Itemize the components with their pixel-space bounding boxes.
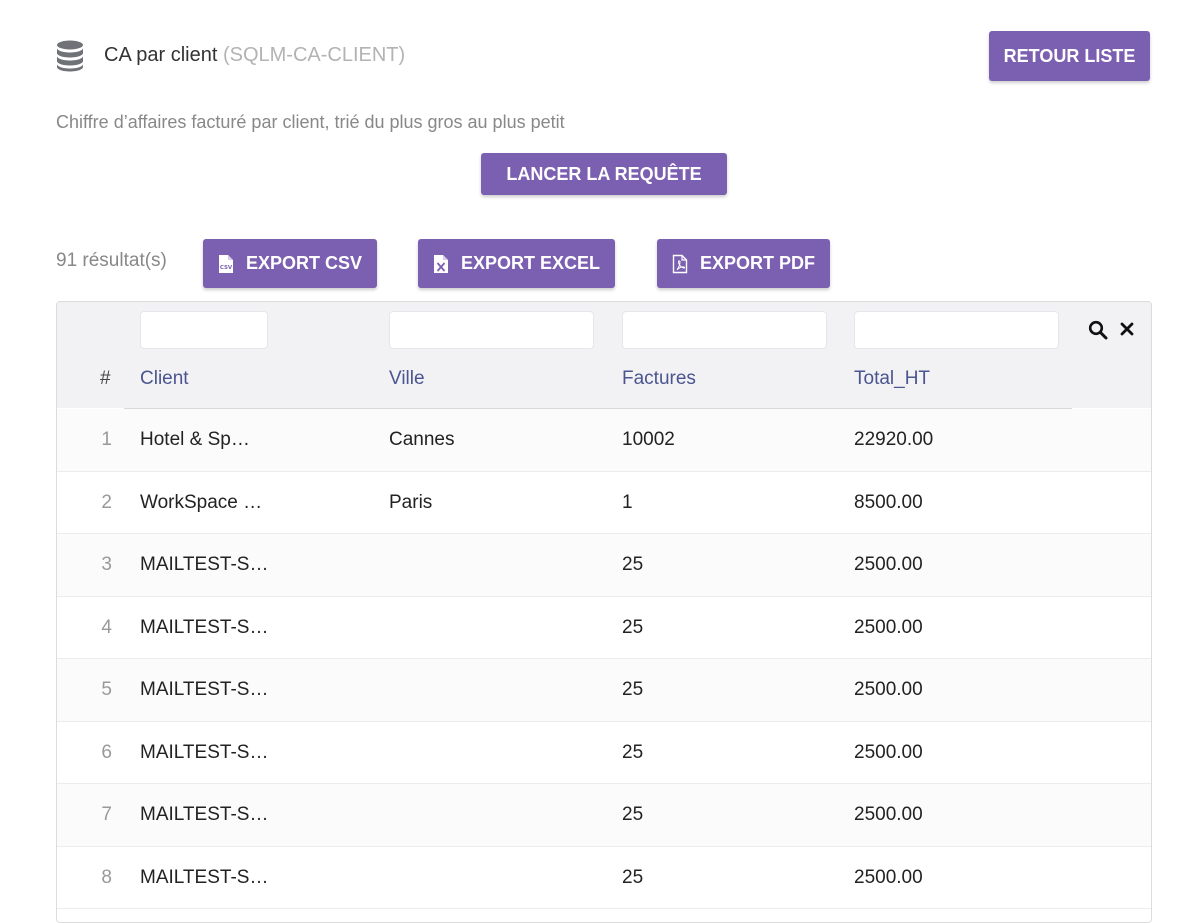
- cell-client: MAILTEST-S…: [140, 616, 269, 638]
- search-icon[interactable]: [1088, 320, 1108, 340]
- export-csv-button[interactable]: CSV EXPORT CSV: [203, 239, 377, 288]
- row-number: 3: [101, 554, 112, 575]
- column-header-number: #: [100, 368, 111, 389]
- export-excel-button[interactable]: EXPORT EXCEL: [418, 239, 615, 288]
- cell-factures: 25: [622, 679, 644, 700]
- row-number: 4: [101, 616, 112, 638]
- export-excel-label: EXPORT EXCEL: [460, 253, 601, 273]
- cell-client: WorkSpace …: [140, 491, 263, 513]
- table-row[interactable]: 8 MAILTEST-S… 25 2500.00: [57, 847, 1151, 909]
- filter-total-input[interactable]: [855, 312, 1058, 348]
- table-header: # Client Ville Factures Total_HT: [57, 302, 1151, 409]
- cell-ville: Cannes: [389, 429, 455, 450]
- table-row[interactable]: 6 MAILTEST-S… 25 2500.00: [57, 722, 1151, 784]
- column-header-ville[interactable]: Ville: [389, 368, 425, 390]
- results-table: # Client Ville Factures Total_HT 1 Hotel…: [56, 301, 1152, 923]
- cell-factures: 25: [622, 616, 644, 638]
- export-csv-label: EXPORT CSV: [245, 253, 363, 273]
- database-icon: [57, 40, 83, 72]
- table-row[interactable]: 2 WorkSpace … Paris 1 8500.00: [57, 472, 1151, 534]
- filter-client-input[interactable]: [141, 312, 267, 348]
- table-body: 1 Hotel & Sp… Cannes 10002 22920.00 2 Wo…: [57, 409, 1151, 909]
- cell-total-ht: 2500.00: [854, 616, 923, 638]
- svg-text:CSV: CSV: [220, 265, 233, 271]
- cell-total-ht: 2500.00: [854, 804, 923, 825]
- query-code: (SQLM-CA-CLIENT): [222, 44, 406, 66]
- filter-ville-input[interactable]: [390, 312, 593, 348]
- cell-total-ht: 2500.00: [854, 866, 923, 888]
- filter-factures-input[interactable]: [623, 312, 826, 348]
- cell-total-ht: 8500.00: [854, 491, 923, 513]
- page-title: CA par client (SQLM-CA-CLIENT): [104, 44, 405, 67]
- row-number: 1: [101, 429, 112, 450]
- back-to-list-button[interactable]: RETOUR LISTE: [989, 31, 1150, 81]
- cell-client: MAILTEST-S…: [140, 679, 269, 700]
- cell-total-ht: 2500.00: [854, 741, 923, 763]
- row-number: 8: [101, 866, 112, 888]
- row-number: 7: [101, 804, 112, 825]
- export-pdf-label: EXPORT PDF: [699, 253, 815, 273]
- cell-client: Hotel & Sp…: [140, 429, 250, 450]
- column-header-client[interactable]: Client: [140, 368, 189, 390]
- table-row[interactable]: 4 MAILTEST-S… 25 2500.00: [57, 597, 1151, 659]
- results-count: 91 résultat(s): [56, 250, 167, 271]
- query-description: Chiffre d’affaires facturé par client, t…: [56, 112, 565, 132]
- cell-client: MAILTEST-S…: [140, 741, 269, 763]
- pdf-file-icon: [672, 254, 688, 273]
- table-row[interactable]: 5 MAILTEST-S… 25 2500.00: [57, 659, 1151, 722]
- column-header-factures[interactable]: Factures: [622, 368, 696, 390]
- column-header-total-ht[interactable]: Total_HT: [854, 368, 930, 390]
- cell-ville: Paris: [389, 491, 433, 513]
- row-number: 5: [101, 679, 112, 700]
- table-row[interactable]: 1 Hotel & Sp… Cannes 10002 22920.00: [57, 409, 1151, 472]
- cell-total-ht: 2500.00: [854, 679, 923, 700]
- excel-file-icon: [433, 254, 448, 273]
- cell-total-ht: 2500.00: [854, 554, 923, 575]
- table-row[interactable]: 3 MAILTEST-S… 25 2500.00: [57, 534, 1151, 597]
- run-query-label: LANCER LA REQUÊTE: [506, 163, 702, 184]
- csv-file-icon: CSV: [218, 254, 233, 273]
- export-pdf-button[interactable]: EXPORT PDF: [657, 239, 830, 288]
- run-query-button[interactable]: LANCER LA REQUÊTE: [481, 153, 727, 195]
- cell-client: MAILTEST-S…: [140, 554, 269, 575]
- row-number: 2: [101, 491, 112, 513]
- close-icon[interactable]: [1119, 321, 1135, 337]
- table-row[interactable]: 7 MAILTEST-S… 25 2500.00: [57, 784, 1151, 847]
- cell-factures: 25: [622, 741, 644, 763]
- back-to-list-label: RETOUR LISTE: [1003, 45, 1136, 66]
- cell-client: MAILTEST-S…: [140, 804, 269, 825]
- cell-total-ht: 22920.00: [854, 429, 934, 450]
- cell-factures: 25: [622, 554, 644, 575]
- row-number: 6: [101, 741, 112, 763]
- cell-client: MAILTEST-S…: [140, 866, 269, 888]
- cell-factures: 1: [622, 491, 633, 513]
- cell-factures: 10002: [622, 429, 675, 450]
- cell-factures: 25: [622, 804, 644, 825]
- page-title-text: CA par client: [104, 44, 218, 66]
- cell-factures: 25: [622, 866, 644, 888]
